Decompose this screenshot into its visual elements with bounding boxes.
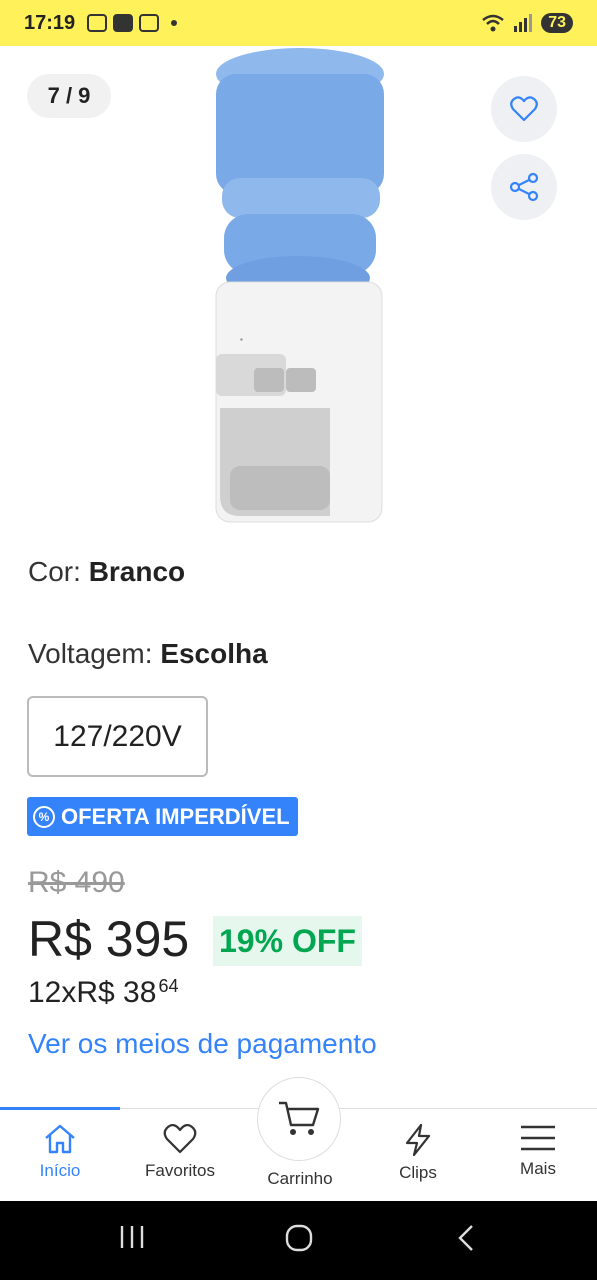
- installments-value: R$ 38: [76, 976, 157, 1009]
- nav-label-inicio: Início: [39, 1161, 81, 1180]
- nav-item-mais[interactable]: Mais: [478, 1109, 597, 1202]
- current-price: R$ 395: [28, 911, 190, 967]
- nav-label-favoritos: Favoritos: [145, 1161, 215, 1180]
- voltage-value: Escolha: [160, 638, 268, 669]
- battery-indicator: 73: [541, 13, 573, 33]
- heart-icon: [163, 1123, 197, 1154]
- discount-tag: 19% OFF: [213, 916, 362, 966]
- nav-label-carrinho: Carrinho: [267, 1169, 333, 1188]
- back-icon[interactable]: [454, 1223, 478, 1253]
- more-notifications-dot: [171, 20, 178, 26]
- lightning-icon: [405, 1123, 431, 1157]
- installments-cents: 64: [158, 976, 179, 996]
- voltage-label-text: Voltagem:: [28, 638, 161, 669]
- nav-item-favoritos[interactable]: Favoritos: [120, 1109, 240, 1202]
- svg-text:▪: ▪: [240, 335, 243, 344]
- offer-badge: % OFERTA IMPERDÍVEL: [27, 797, 298, 836]
- screenshot-icon: [87, 14, 108, 32]
- color-label-text: Cor:: [28, 556, 89, 587]
- signal-icon: [514, 14, 533, 32]
- voltage-label: Voltagem: Escolha: [28, 638, 268, 670]
- discount-badge-icon: %: [33, 805, 55, 828]
- recent-apps-icon[interactable]: [118, 1223, 146, 1251]
- old-price: R$ 490: [28, 866, 125, 899]
- nav-label-mais: Mais: [520, 1159, 556, 1178]
- gmail-icon: [139, 14, 160, 32]
- bottom-navigation: Início Favoritos Carrinho Clips Mais: [0, 1077, 597, 1202]
- system-navigation-bar: [0, 1201, 597, 1280]
- status-bar: 17:19 73: [0, 0, 597, 46]
- product-image[interactable]: ▪: [200, 46, 400, 536]
- heart-outline-icon: [510, 96, 538, 122]
- menu-icon: [521, 1125, 555, 1151]
- share-button[interactable]: [491, 154, 557, 220]
- color-value: Branco: [88, 556, 186, 587]
- cart-icon: [279, 1101, 320, 1135]
- nav-item-inicio[interactable]: Início: [0, 1109, 120, 1202]
- nav-item-carrinho[interactable]: [257, 1077, 341, 1161]
- wifi-icon: [482, 14, 504, 32]
- nav-item-clips[interactable]: Clips: [358, 1109, 478, 1202]
- image-counter: 7 / 9: [27, 74, 111, 118]
- color-label: Cor: Branco: [28, 556, 185, 588]
- installments: 12x R$ 38 64: [28, 976, 178, 1010]
- share-icon: [509, 172, 539, 202]
- app-notification-icon: [113, 14, 134, 32]
- payment-methods-link[interactable]: Ver os meios de pagamento: [28, 1028, 377, 1060]
- voltage-option-button[interactable]: 127/220V: [27, 696, 208, 777]
- offer-badge-text: OFERTA IMPERDÍVEL: [61, 803, 290, 829]
- notification-icons: [87, 14, 178, 32]
- home-icon: [45, 1124, 75, 1154]
- installments-prefix: 12x: [28, 976, 77, 1009]
- favorite-button[interactable]: [491, 76, 557, 142]
- nav-label-clips: Clips: [399, 1163, 437, 1182]
- status-time: 17:19: [24, 11, 76, 34]
- product-gallery[interactable]: 7 / 9 ▪: [0, 46, 597, 536]
- home-button-icon[interactable]: [284, 1223, 314, 1253]
